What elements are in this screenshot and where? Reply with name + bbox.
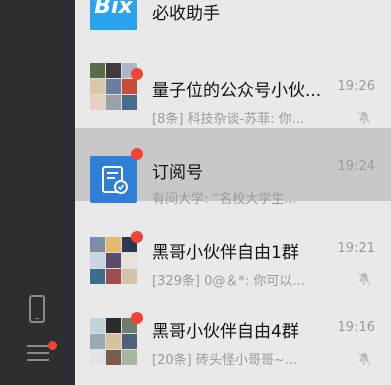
unread-badge (131, 312, 143, 324)
chat-preview: [8条] 科技杂谈-苏菲: 你... (152, 112, 305, 127)
chat-title: 必收助手 (152, 4, 220, 24)
chat-title: 黑哥小伙伴自由4群 (152, 322, 299, 342)
chat-item[interactable]: 订阅号 19:24 有间大学: “名校大学生... (75, 128, 391, 207)
chat-item[interactable]: Bix 必收助手 (75, 0, 391, 48)
chat-time: 19:26 (337, 79, 375, 94)
unread-badge (131, 231, 143, 243)
group-avatar (90, 63, 137, 110)
chat-time: 19:16 (337, 320, 375, 335)
chat-title: 订阅号 (152, 163, 203, 183)
sidebar-rail (0, 0, 75, 385)
app-logo-avatar: Bix (90, 0, 137, 30)
chat-time: 19:24 (337, 159, 375, 174)
mute-icon (357, 352, 371, 366)
unread-badge (131, 148, 143, 160)
menu-icon[interactable] (27, 345, 49, 361)
chat-title: 黑哥小伙伴自由1群 (152, 243, 299, 263)
subscription-icon (90, 156, 137, 203)
group-avatar (90, 318, 137, 365)
group-avatar (90, 237, 137, 284)
chat-item[interactable]: 量子位的公众号小伙... 19:26 [8条] 科技杂谈-苏菲: 你... (75, 48, 391, 127)
chat-item[interactable]: 黑哥小伙伴自由4群 19:16 [20条] 砖头怪小哥哥~... (75, 293, 391, 368)
subscription-glyph-icon (102, 166, 128, 194)
chat-preview: [329条] 0@＆*: 你可以... (152, 274, 305, 289)
chat-time: 19:21 (337, 241, 375, 256)
chat-list: Bix 必收助手 量子位的公众号小伙... 19:26 [8条] 科技杂谈-苏菲… (75, 0, 391, 385)
phone-icon[interactable] (29, 295, 45, 323)
mute-icon (357, 111, 371, 125)
menu-notification-dot (48, 341, 57, 350)
mute-icon (357, 272, 371, 286)
unread-badge (131, 68, 143, 80)
chat-title: 量子位的公众号小伙... (152, 81, 322, 101)
chat-preview: 有间大学: “名校大学生... (152, 192, 297, 207)
avatar-logo-text: Bix (94, 0, 133, 19)
chat-item[interactable]: 黑哥小伙伴自由1群 19:21 [329条] 0@＆*: 你可以... (75, 210, 391, 289)
chat-preview: [20条] 砖头怪小哥哥~... (152, 353, 298, 368)
